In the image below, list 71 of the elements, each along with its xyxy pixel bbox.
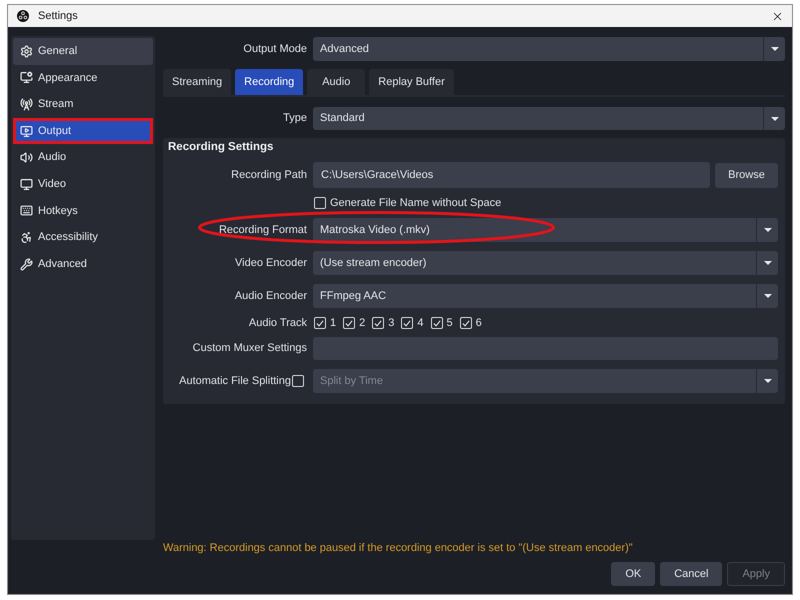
sidebar-item[interactable]: Stream — [13, 91, 153, 118]
dropdown[interactable]: Advanced — [313, 37, 785, 61]
field-label: Output Mode — [243, 42, 307, 57]
checkbox-label: 4 — [417, 316, 424, 331]
wrench-icon — [20, 258, 33, 271]
caret-icon — [770, 116, 778, 120]
caret-icon — [764, 379, 772, 383]
monitor-icon — [20, 178, 33, 191]
check-icon — [432, 320, 440, 326]
tab[interactable]: Streaming — [163, 69, 232, 95]
gear-icon — [20, 44, 33, 58]
field-label: Custom Muxer Settings — [192, 341, 307, 356]
tab[interactable]: Recording — [235, 69, 304, 95]
checkbox[interactable] — [401, 317, 414, 329]
monitor-play-icon — [20, 124, 33, 138]
checkbox-label: 2 — [359, 316, 366, 331]
field-label: Automatic File Splitting — [179, 374, 291, 389]
dropdown[interactable]: FFmpeg AAC — [313, 284, 778, 308]
checkbox-label: 1 — [330, 316, 336, 331]
check-icon — [462, 320, 470, 326]
field-label: Video Encoder — [235, 256, 307, 271]
dialog-button[interactable]: Cancel — [660, 562, 722, 586]
field-label: Recording Format — [218, 222, 307, 238]
app-logo-icon — [17, 10, 29, 22]
field-label: Audio Track — [248, 316, 307, 331]
sidebar-item[interactable]: Video — [13, 170, 153, 198]
tab[interactable]: Replay Buffer — [369, 69, 454, 95]
dropdown[interactable]: Matroska Video (.mkv) — [313, 218, 778, 242]
keyboard-icon — [20, 204, 33, 218]
sidebar-item[interactable]: Advanced — [13, 250, 153, 278]
tab[interactable]: Audio — [307, 69, 366, 95]
check-icon — [345, 320, 354, 326]
sidebar-item[interactable]: Output — [13, 118, 153, 144]
checkbox[interactable] — [372, 317, 384, 329]
warning-text: Warning: Recordings cannot be paused if the recording encoder is set to "(Use stream encoder)" — [163, 541, 634, 555]
sidebar-item[interactable]: Audio — [13, 144, 153, 171]
checkbox[interactable] — [460, 317, 472, 329]
monitor-gear-icon — [20, 71, 33, 84]
dialog-button[interactable]: OK — [611, 562, 656, 586]
input-field[interactable] — [313, 337, 778, 360]
field-label: Audio Encoder — [234, 288, 307, 304]
browse-button[interactable]: Browse — [715, 162, 778, 188]
accessibility-icon — [20, 230, 33, 244]
caret-icon — [764, 294, 772, 298]
field-label: Recording Path — [231, 168, 307, 183]
checkbox[interactable] — [314, 197, 326, 209]
sidebar-item[interactable]: Appearance — [13, 64, 153, 92]
sidebar-item[interactable]: Hotkeys — [13, 198, 153, 224]
check-icon — [316, 320, 324, 326]
check-icon — [403, 320, 412, 326]
checkbox-label: Generate File Name without Space — [330, 196, 502, 211]
speaker-icon — [20, 151, 33, 164]
caret-icon — [770, 47, 778, 51]
sidebar-item[interactable]: General — [13, 38, 153, 65]
check-icon — [374, 320, 382, 326]
checkbox-label: 5 — [446, 316, 453, 331]
group-title: Recording Settings — [167, 140, 274, 154]
checkbox-label: 3 — [388, 316, 394, 331]
window-title: Settings — [38, 8, 78, 24]
dropdown[interactable]: Standard — [313, 107, 785, 130]
checkbox[interactable] — [343, 317, 356, 329]
path-field[interactable]: C:\Users\Grace\Videos — [313, 162, 710, 188]
caret-icon — [764, 228, 772, 232]
radio-tower-icon — [20, 98, 33, 111]
dropdown[interactable]: (Use stream encoder) — [313, 251, 778, 275]
field-label: Type — [283, 111, 307, 126]
checkbox[interactable] — [314, 317, 326, 329]
checkbox[interactable] — [430, 317, 442, 329]
sidebar-item[interactable]: Accessibility — [13, 224, 153, 251]
checkbox-label: 6 — [476, 316, 482, 331]
caret-icon — [764, 261, 772, 265]
